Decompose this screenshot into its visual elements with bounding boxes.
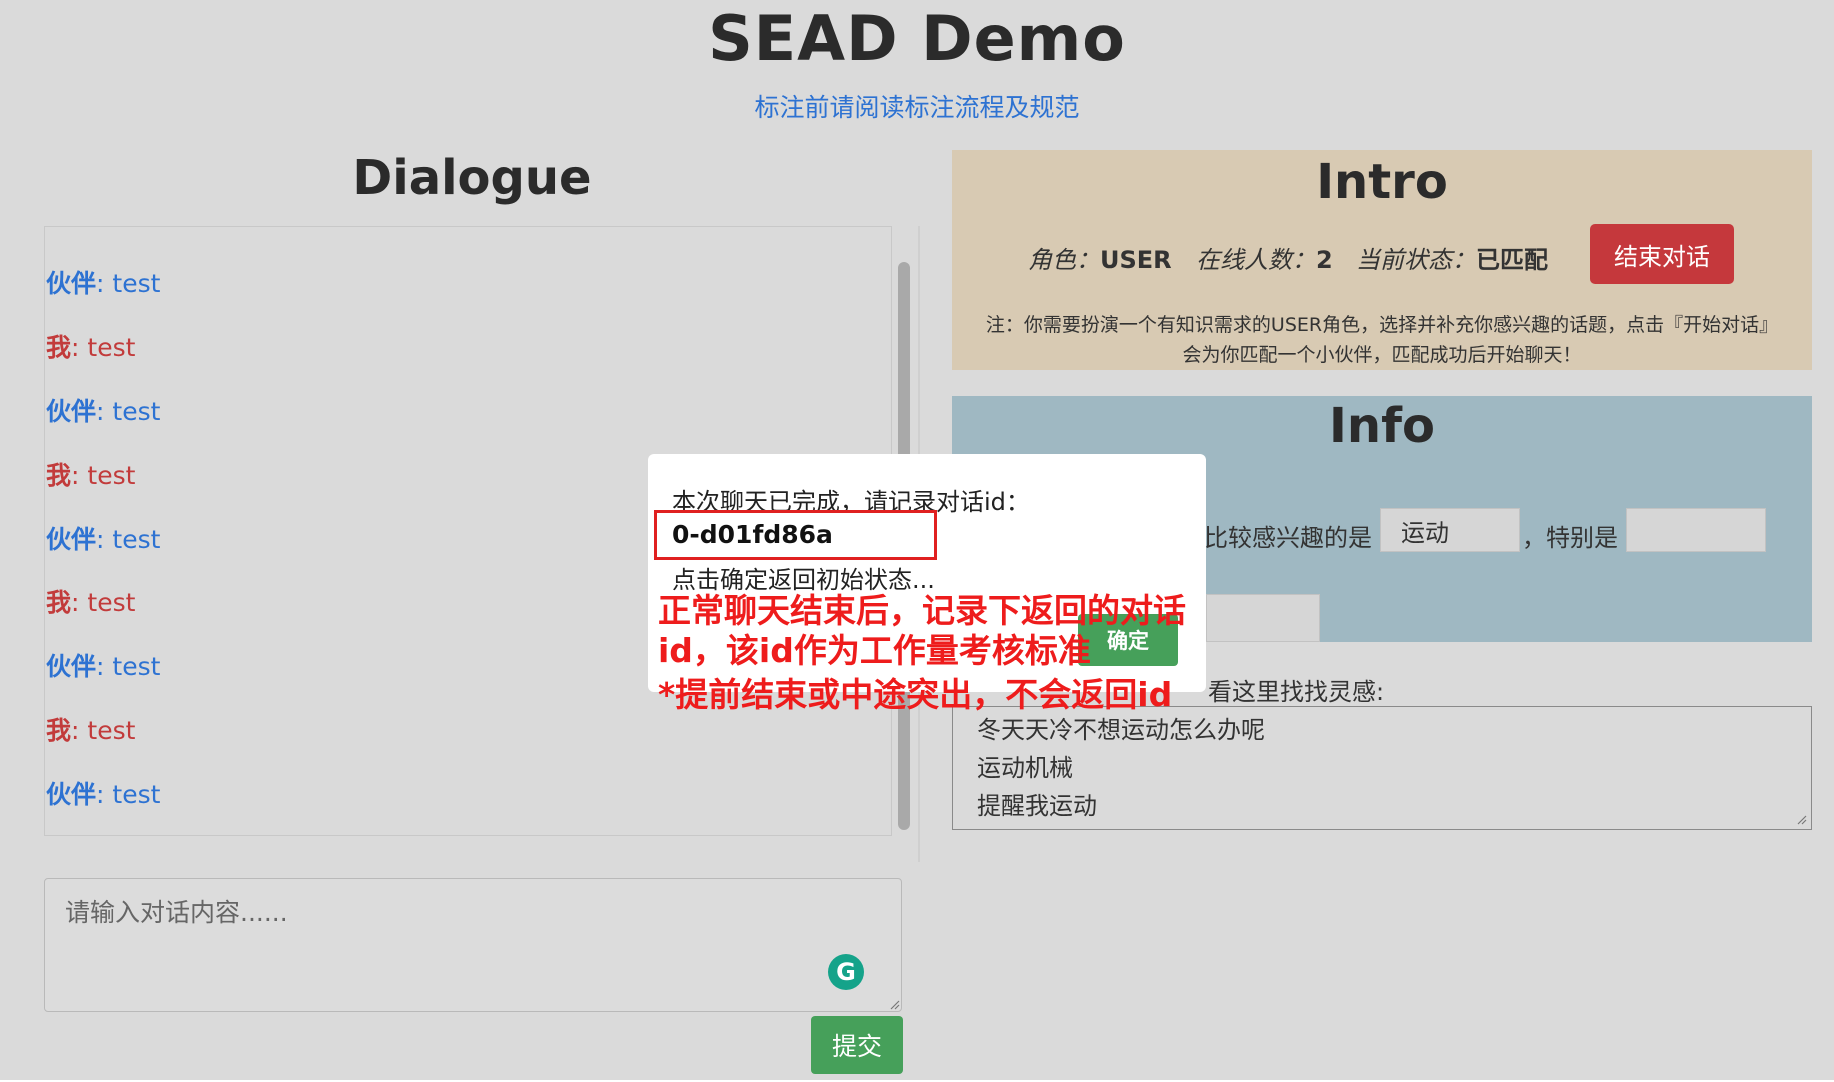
message-text: : test	[71, 461, 136, 490]
hint-item[interactable]: 提醒我运动	[977, 787, 1787, 825]
state-label: 当前状态：	[1356, 246, 1476, 274]
online-status: 在线人数：2	[1196, 240, 1333, 275]
intro-panel: Intro 角色：USER 在线人数：2 当前状态：已匹配 结束对话 注：你需要…	[952, 150, 1812, 370]
message-item: 我: test	[46, 583, 135, 619]
dialog-id-highlight	[654, 510, 937, 560]
hint-list: 冬天天冷不想运动怎么办呢 运动机械 提醒我运动	[952, 706, 1812, 830]
message-item: 伙伴: test	[46, 647, 160, 683]
message-text: : test	[96, 397, 161, 426]
message-text: : test	[96, 269, 161, 298]
topic-input[interactable]: 运动	[1380, 508, 1520, 552]
online-value: 2	[1316, 246, 1333, 274]
intro-note: 注：你需要扮演一个有知识需求的USER角色，选择并补充你感兴趣的话题，点击『开始…	[958, 310, 1806, 370]
end-dialogue-button[interactable]: 结束对话	[1590, 224, 1734, 284]
hint-label: 看这里找找灵感:	[1208, 678, 1385, 706]
page-title: SEAD Demo	[708, 2, 1126, 75]
intro-note-line: 注：你需要扮演一个有知识需求的USER角色，选择并补充你感兴趣的话题，点击『开始…	[985, 314, 1779, 336]
message-item: 我: test	[46, 711, 135, 747]
message-item: 伙伴: test	[46, 392, 160, 428]
message-item: 伙伴: test	[46, 775, 160, 811]
intro-title: Intro	[1316, 154, 1448, 210]
speaker-label: 伙伴	[46, 780, 97, 809]
message-item: 我: test	[46, 456, 135, 492]
state-value: 已匹配	[1476, 246, 1548, 274]
role-status: 角色：USER	[1028, 240, 1172, 275]
speaker-label: 伙伴	[46, 397, 97, 426]
message-item: 伙伴: test	[46, 264, 160, 300]
guidelines-link[interactable]: 标注前请阅读标注流程及规范	[0, 88, 1834, 124]
speaker-label: 我	[46, 333, 72, 362]
special-label: ，特别是	[1522, 524, 1618, 552]
role-label: 角色：	[1028, 246, 1100, 274]
hint-item[interactable]: 冬天天冷不想运动怎么办呢	[977, 711, 1787, 749]
role-value: USER	[1100, 246, 1172, 274]
interest-label: 比较感兴趣的是	[1204, 524, 1372, 552]
hint-item[interactable]: 运动机械	[977, 749, 1787, 787]
submit-button[interactable]: 提交	[811, 1016, 903, 1074]
message-text: : test	[71, 333, 136, 362]
annotation-line: *提前结束或中途突出，不会返回id	[658, 675, 1173, 714]
speaker-label: 我	[46, 588, 72, 617]
page: SEAD Demo 标注前请阅读标注流程及规范 Dialogue 伙伴: tes…	[0, 0, 1834, 1080]
message-item: 我: test	[46, 328, 135, 364]
message-text: : test	[71, 716, 136, 745]
speaker-label: 伙伴	[46, 525, 97, 554]
message-input[interactable]	[44, 878, 902, 1012]
grammarly-icon[interactable]: G	[828, 954, 864, 990]
info-secondary-input[interactable]	[1206, 594, 1320, 642]
annotation-line: id，该id作为工作量考核标准	[658, 631, 1091, 670]
speaker-label: 我	[46, 461, 72, 490]
speaker-label: 我	[46, 716, 72, 745]
match-status: 当前状态：已匹配	[1356, 240, 1548, 275]
message-text: : test	[96, 525, 161, 554]
message-text: : test	[96, 652, 161, 681]
resize-grip-icon[interactable]	[1795, 813, 1807, 825]
speaker-label: 伙伴	[46, 652, 97, 681]
online-label: 在线人数：	[1196, 246, 1316, 274]
special-input[interactable]	[1626, 508, 1766, 552]
info-title: Info	[1329, 398, 1435, 454]
message-text: : test	[71, 588, 136, 617]
message-item: 伙伴: test	[46, 520, 160, 556]
message-text: : test	[96, 780, 161, 809]
speaker-label: 伙伴	[46, 269, 97, 298]
resize-grip-icon[interactable]	[888, 998, 900, 1010]
dialogue-title: Dialogue	[352, 150, 592, 206]
intro-note-line: 会为你匹配一个小伙伴，匹配成功后开始聊天！	[1182, 344, 1582, 366]
